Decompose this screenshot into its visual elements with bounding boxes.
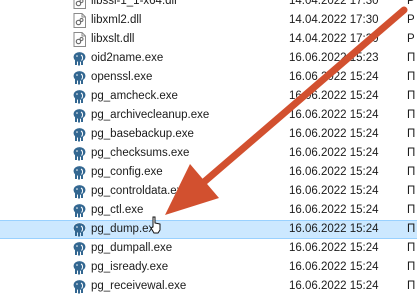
dll-file-icon — [72, 0, 87, 9]
file-type: П — [407, 166, 416, 178]
postgres-elephant-icon — [72, 203, 87, 218]
file-type: П — [407, 109, 416, 121]
file-row[interactable]: pg_receivewal.exe 16.06.2022 15:24 П — [0, 277, 417, 296]
postgres-elephant-icon — [72, 222, 87, 237]
file-row[interactable]: pg_archivecleanup.exe 16.06.2022 15:24 П — [0, 106, 417, 125]
file-name: libxml2.dll — [91, 14, 142, 26]
file-type: П — [407, 223, 416, 235]
file-type: П — [407, 242, 416, 254]
file-row[interactable]: oid2name.exe 16.06.2022 15:23 П — [0, 49, 417, 68]
postgres-elephant-icon — [72, 108, 87, 123]
file-name: pg_receivewal.exe — [91, 280, 187, 292]
file-date-modified: 16.06.2022 15:23 — [289, 52, 379, 64]
file-name: pg_basebackup.exe — [91, 128, 194, 140]
file-row[interactable]: pg_basebackup.exe 16.06.2022 15:24 П — [0, 125, 417, 144]
postgres-elephant-icon — [72, 184, 87, 199]
postgres-elephant-icon — [72, 146, 87, 161]
file-name: pg_checksums.exe — [91, 147, 190, 159]
file-row[interactable]: pg_config.exe 16.06.2022 15:24 П — [0, 163, 417, 182]
file-name: oid2name.exe — [91, 52, 164, 64]
file-date-modified: 14.04.2022 17:30 — [289, 14, 379, 26]
file-type: Р — [407, 33, 415, 45]
file-type: П — [407, 90, 416, 102]
file-name: pg_archivecleanup.exe — [91, 109, 210, 121]
file-row[interactable]: pg_controldata.exe 16.06.2022 15:24 П — [0, 182, 417, 201]
file-name: pg_config.exe — [91, 166, 163, 178]
postgres-elephant-icon — [72, 279, 87, 294]
postgres-elephant-icon — [72, 89, 87, 104]
file-type: П — [407, 147, 416, 159]
file-row[interactable]: pg_dump.exe 16.06.2022 15:24 П — [0, 220, 417, 239]
postgres-elephant-icon — [72, 51, 87, 66]
file-list: libssl-1_1-x64.dll 14.04.2022 17:30 Рlibxm… — [0, 0, 417, 296]
file-type: Р — [407, 0, 415, 7]
postgres-elephant-icon — [72, 260, 87, 275]
file-date-modified: 16.06.2022 15:24 — [289, 223, 379, 235]
file-type: П — [407, 185, 416, 197]
file-name: pg_dumpall.exe — [91, 242, 173, 254]
file-type: П — [407, 128, 416, 140]
file-date-modified: 16.06.2022 15:24 — [289, 280, 379, 292]
file-date-modified: 16.06.2022 15:24 — [289, 242, 379, 254]
file-date-modified: 14.04.2022 17:30 — [289, 33, 379, 45]
file-date-modified: 16.06.2022 15:24 — [289, 166, 379, 178]
file-name: libssl-1_1-x64.dll — [91, 0, 177, 7]
file-type: П — [407, 280, 416, 292]
file-type: П — [407, 261, 416, 273]
dll-file-icon — [72, 32, 87, 47]
postgres-elephant-icon — [72, 70, 87, 85]
file-row[interactable]: pg_ctl.exe 16.06.2022 15:24 П — [0, 201, 417, 220]
file-date-modified: 16.06.2022 15:24 — [289, 90, 379, 102]
file-date-modified: 16.06.2022 15:24 — [289, 147, 379, 159]
dll-file-icon — [72, 13, 87, 28]
file-date-modified: 14.04.2022 17:30 — [289, 0, 379, 7]
file-row[interactable]: openssl.exe 16.06.2022 15:24 П — [0, 68, 417, 87]
file-row[interactable]: pg_amcheck.exe 16.06.2022 15:24 П — [0, 87, 417, 106]
file-type: П — [407, 52, 416, 64]
file-name: pg_isready.exe — [91, 261, 169, 273]
file-row[interactable]: libxml2.dll 14.04.2022 17:30 Р — [0, 11, 417, 30]
file-date-modified: 16.06.2022 15:24 — [289, 128, 379, 140]
file-name: pg_ctl.exe — [91, 204, 144, 216]
file-date-modified: 16.06.2022 15:24 — [289, 261, 379, 273]
file-row[interactable]: pg_dumpall.exe 16.06.2022 15:24 П — [0, 239, 417, 258]
file-date-modified: 16.06.2022 15:24 — [289, 185, 379, 197]
file-type: П — [407, 204, 416, 216]
file-type: Р — [407, 14, 415, 26]
file-row[interactable]: libssl-1_1-x64.dll 14.04.2022 17:30 Р — [0, 0, 417, 11]
postgres-elephant-icon — [72, 165, 87, 180]
postgres-elephant-icon — [72, 241, 87, 256]
file-type: П — [407, 71, 416, 83]
postgres-elephant-icon — [72, 127, 87, 142]
file-date-modified: 16.06.2022 15:24 — [289, 204, 379, 216]
file-name: openssl.exe — [91, 71, 153, 83]
file-date-modified: 16.06.2022 15:24 — [289, 71, 379, 83]
file-row[interactable]: pg_checksums.exe 16.06.2022 15:24 П — [0, 144, 417, 163]
mouse-pointer-icon — [150, 216, 161, 234]
file-name: libxslt.dll — [91, 33, 135, 45]
file-date-modified: 16.06.2022 15:24 — [289, 109, 379, 121]
file-name: pg_amcheck.exe — [91, 90, 178, 102]
file-name: pg_controldata.exe — [91, 185, 189, 197]
file-row[interactable]: pg_isready.exe 16.06.2022 15:24 П — [0, 258, 417, 277]
file-row[interactable]: libxslt.dll 14.04.2022 17:30 Р — [0, 30, 417, 49]
